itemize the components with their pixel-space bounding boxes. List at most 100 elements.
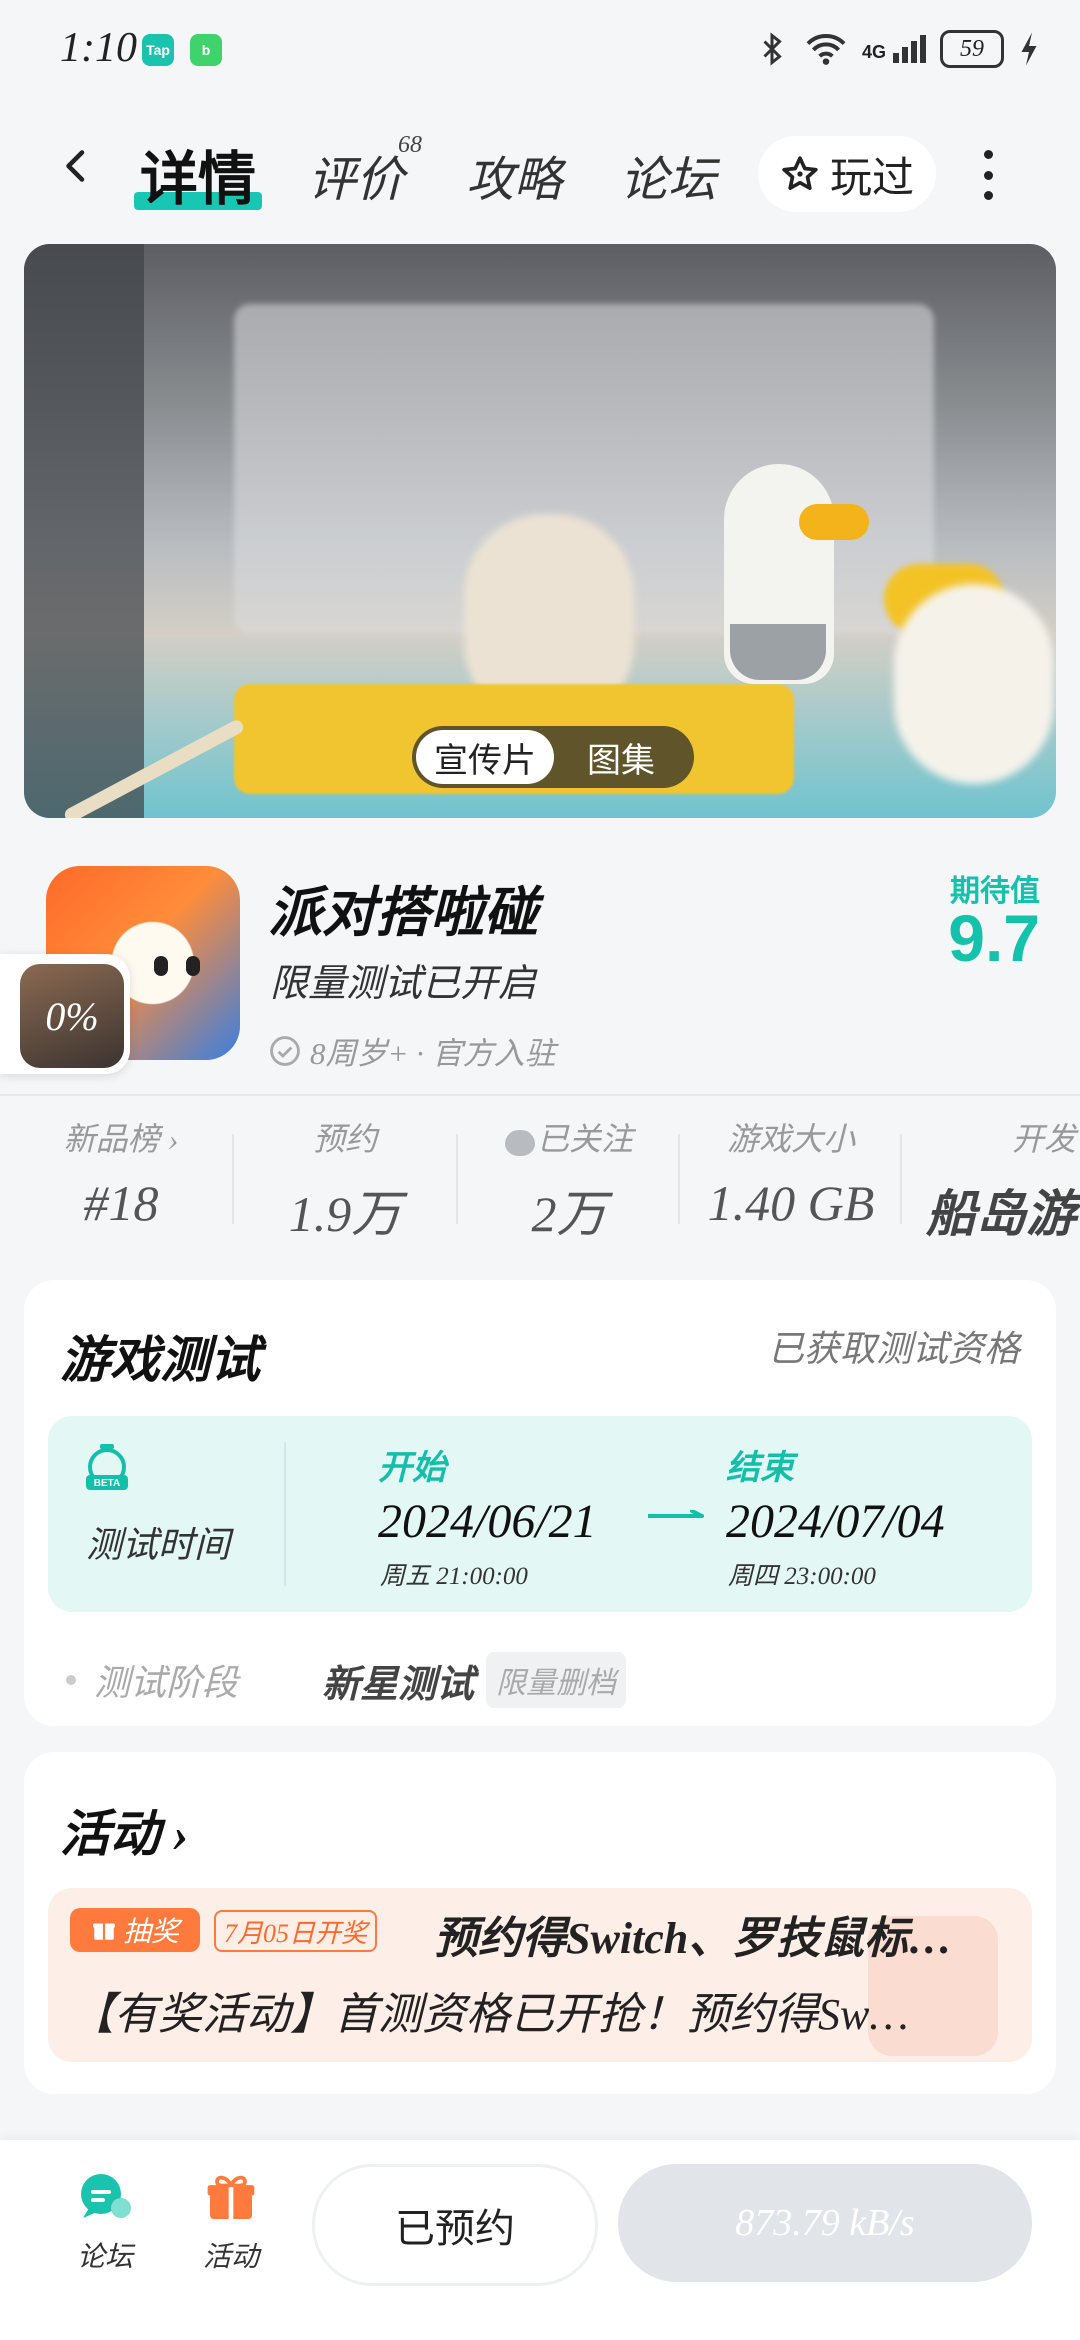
- stat-divider: [900, 1134, 902, 1224]
- status-time: 1:10: [60, 25, 137, 71]
- status-icons: 4G 59: [754, 30, 1040, 68]
- test-qualification-status: 已获取测试资格: [767, 1329, 1020, 1369]
- bilibili-app-badge: b: [190, 34, 222, 66]
- end-time: 周四 23:00:00: [728, 1563, 876, 1590]
- start-heading: 开始: [378, 1450, 446, 1487]
- beta-timer-icon: BETA: [86, 1444, 128, 1490]
- chevron-right-icon: ›: [160, 1806, 190, 1862]
- tab-details[interactable]: 详情: [134, 132, 263, 216]
- gift-icon: [93, 1923, 115, 1940]
- test-stage-label: 测试阶段: [94, 1663, 239, 1703]
- stat-label: 预约: [312, 1121, 377, 1157]
- stats-row: 新品榜 › #18 预约 1.9万 已关注 2万 游戏大小 1.40 GB 开发…: [0, 1114, 1080, 1244]
- end-date: 2024/07/04: [726, 1495, 945, 1548]
- test-divider: [284, 1442, 286, 1586]
- hero-duck-pot: [730, 624, 826, 680]
- stat-value: 1.9万: [288, 1186, 402, 1242]
- status-bar: 1:10 Tap b 4G 59: [0, 0, 1080, 100]
- chat-bubble-icon: [81, 2174, 131, 2218]
- game-meta-text: 8周岁+ · 官方入驻: [310, 1036, 556, 1071]
- bottom-activity-label: 活动: [202, 2242, 259, 2273]
- test-card-title: 游戏测试: [60, 1332, 260, 1388]
- start-date: 2024/06/21: [378, 1495, 597, 1548]
- test-card: 游戏测试 已获取测试资格 BETA 测试时间 开始 2024/06/21 周五 …: [24, 1280, 1056, 1726]
- hero-toy: [894, 584, 1054, 784]
- reviews-count-badge: 68: [398, 132, 422, 158]
- test-stage-row: 测试阶段 新星测试 限量删档: [66, 1652, 627, 1708]
- bottom-action-bar: 论坛 活动 已预约 873.79 kB/s: [0, 2140, 1080, 2340]
- download-progress-text: 0%: [20, 964, 124, 1068]
- download-progress-float[interactable]: 0%: [0, 954, 130, 1074]
- test-time-box: BETA 测试时间 开始 2024/06/21 周五 21:00:00 结束 2…: [48, 1416, 1032, 1612]
- network-type: 4G: [861, 42, 886, 62]
- media-switch: 宣传片 图集: [412, 726, 694, 788]
- media-option-video[interactable]: 宣传片: [416, 730, 554, 784]
- more-options-icon[interactable]: [980, 150, 996, 200]
- chevron-right-icon: ›: [159, 1121, 179, 1157]
- gift-icon: [207, 2175, 255, 2219]
- game-subtitle: 限量测试已开启: [270, 963, 537, 1005]
- activity-description: 【有奖活动】首测资格已开抢！预约得Sw…: [70, 1990, 909, 2039]
- stat-reservations: 预约 1.9万: [234, 1114, 456, 1246]
- stat-developer[interactable]: 开发 船岛游: [904, 1114, 1080, 1246]
- bullet-dot: [66, 1675, 76, 1685]
- bottom-forum-button[interactable]: 论坛: [60, 2170, 150, 2275]
- tab-forum[interactable]: 论坛: [620, 140, 716, 210]
- hero-duck-beak: [799, 504, 869, 540]
- test-stage-value: 新星测试: [322, 1663, 475, 1706]
- heart-check-icon: [504, 1129, 535, 1156]
- stat-label: 新品榜 ›: [63, 1121, 179, 1157]
- bottom-activity-button[interactable]: 活动: [186, 2170, 276, 2275]
- test-time-label: 测试时间: [86, 1525, 231, 1565]
- activity-card: 活动 › 抽奖 7月05日开奖 预约得Switch、罗技鼠标… 【有奖活动】首测…: [24, 1752, 1056, 2094]
- media-option-gallery[interactable]: 图集: [552, 730, 690, 784]
- played-button[interactable]: 玩过: [758, 136, 936, 212]
- test-stage-tag: 限量删档: [486, 1652, 627, 1708]
- bluetooth-icon: [763, 32, 782, 66]
- star-icon: [782, 156, 818, 191]
- start-time: 周五 21:00:00: [380, 1563, 528, 1590]
- download-speed-button[interactable]: 873.79 kB/s: [618, 2164, 1032, 2282]
- draw-date-tag: 7月05日开奖: [214, 1910, 378, 1952]
- signal-icon: 4G: [862, 35, 926, 63]
- check-circle-icon: [270, 1035, 300, 1066]
- stat-value: 2万: [531, 1186, 607, 1242]
- top-nav: 详情 评价 68 攻略 论坛 玩过: [0, 130, 1080, 212]
- tab-reviews-label: 评价: [308, 154, 405, 207]
- tab-guides[interactable]: 攻略: [466, 140, 562, 210]
- tab-details-label: 详情: [140, 147, 257, 212]
- hero-media[interactable]: 宣传片 图集: [24, 244, 1056, 818]
- stat-label: 游戏大小: [726, 1121, 855, 1157]
- charging-icon: [1021, 32, 1037, 66]
- stat-value: 1.40 GB: [707, 1175, 875, 1231]
- activity-item[interactable]: 抽奖 7月05日开奖 预约得Switch、罗技鼠标… 【有奖活动】首测资格已开抢…: [48, 1888, 1032, 2062]
- taptap-app-badge: Tap: [142, 34, 174, 66]
- lottery-tag: 抽奖: [70, 1908, 200, 1952]
- stat-label: 开发: [1011, 1121, 1076, 1157]
- end-heading: 结束: [726, 1450, 794, 1487]
- stat-label: 已关注: [458, 1114, 680, 1160]
- bottom-forum-label: 论坛: [76, 2242, 133, 2273]
- reserved-button[interactable]: 已预约: [312, 2164, 598, 2286]
- played-label: 玩过: [829, 155, 914, 202]
- stat-game-size: 游戏大小 1.40 GB: [680, 1114, 902, 1232]
- tab-reviews[interactable]: 评价: [308, 140, 404, 210]
- stat-value: #18: [83, 1175, 159, 1231]
- divider: [0, 1094, 1080, 1096]
- stat-new-ranking[interactable]: 新品榜 › #18: [10, 1114, 232, 1232]
- icon-detail: [154, 956, 168, 976]
- back-arrow-icon[interactable]: [58, 148, 94, 184]
- arrow-right-icon: [648, 1510, 704, 1518]
- stat-followers[interactable]: 已关注 2万: [458, 1114, 680, 1246]
- activity-headline: 预约得Switch、罗技鼠标…: [434, 1914, 953, 1963]
- beta-icon-text: BETA: [94, 1478, 120, 1489]
- battery-indicator: 59: [940, 30, 1004, 68]
- tab-guides-label: 攻略: [466, 154, 563, 207]
- game-meta: 8周岁+ · 官方入驻: [268, 1028, 556, 1073]
- icon-detail: [186, 956, 200, 976]
- wifi-icon: [806, 34, 846, 65]
- stat-value: 船岛游: [926, 1186, 1076, 1242]
- activity-card-title[interactable]: 活动 ›: [60, 1794, 189, 1866]
- tab-forum-label: 论坛: [620, 154, 717, 207]
- hero-scenery: [24, 244, 144, 818]
